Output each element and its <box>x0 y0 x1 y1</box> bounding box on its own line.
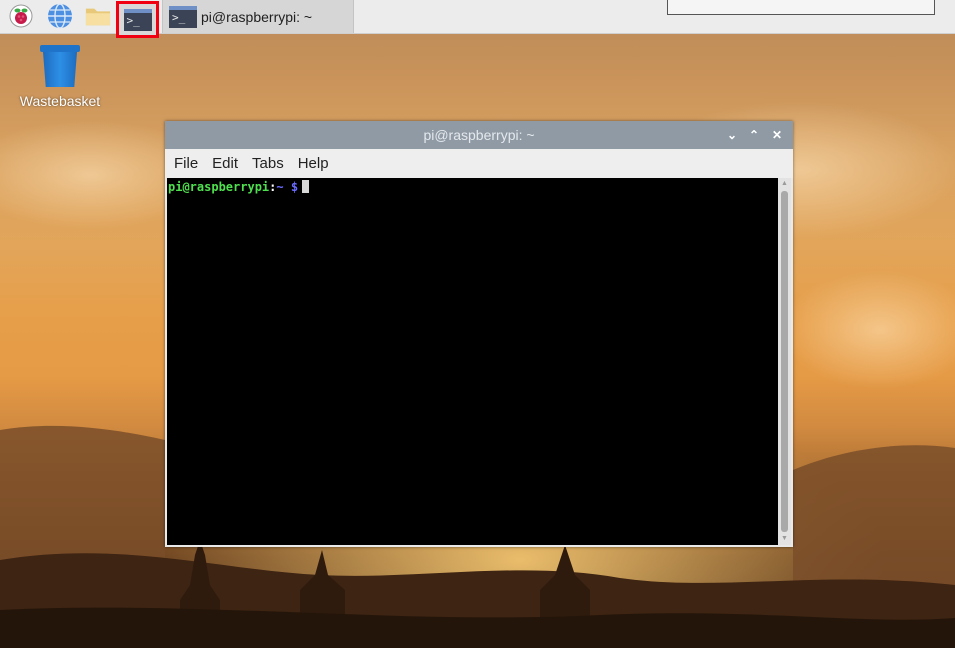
menu-help[interactable]: Help <box>298 155 329 172</box>
desktop-icon-label: Wastebasket <box>19 93 101 109</box>
scroll-up-arrow-icon[interactable]: ▲ <box>778 178 791 190</box>
prompt-path: ~ <box>276 180 284 194</box>
taskbar-terminal-window-button[interactable]: >_ pi@raspberrypi: ~ <box>162 0 354 33</box>
desktop-icon-wastebasket[interactable]: Wastebasket <box>10 45 110 115</box>
menu-bar: File Edit Tabs Help <box>165 149 793 178</box>
taskbar-window-label: pi@raspberrypi: ~ <box>201 8 313 25</box>
taskbar-tray-area <box>667 0 935 15</box>
close-icon[interactable]: ✕ <box>768 126 786 144</box>
maximize-icon[interactable]: ⌃ <box>745 126 763 144</box>
menu-tabs[interactable]: Tabs <box>252 155 284 172</box>
terminal-output[interactable]: pi@raspberrypi:~ $ <box>167 178 778 545</box>
menu-edit[interactable]: Edit <box>212 155 238 172</box>
terminal-window: pi@raspberrypi: ~ ⌄ ⌃ ✕ File Edit Tabs H… <box>165 121 793 547</box>
prompt-symbol: $ <box>290 180 299 194</box>
window-titlebar[interactable]: pi@raspberrypi: ~ ⌄ ⌃ ✕ <box>165 121 793 149</box>
terminal-launcher-icon: >_ <box>123 8 152 31</box>
minimize-icon[interactable]: ⌄ <box>723 126 741 144</box>
terminal-launcher-button[interactable]: >_ <box>116 1 159 38</box>
scrollbar-thumb[interactable] <box>781 191 788 532</box>
terminal-icon: >_ <box>169 5 197 28</box>
raspberry-pi-menu-icon[interactable] <box>8 3 34 29</box>
file-manager-folder-icon[interactable] <box>85 3 111 29</box>
terminal-scrollbar[interactable]: ▲ ▼ <box>778 178 791 545</box>
wastebasket-icon <box>40 45 80 87</box>
scroll-down-arrow-icon[interactable]: ▼ <box>778 533 791 545</box>
menu-file[interactable]: File <box>174 155 198 172</box>
text-cursor <box>302 180 310 193</box>
web-browser-icon[interactable] <box>47 3 73 29</box>
window-title: pi@raspberrypi: ~ <box>423 127 535 143</box>
prompt-user-host: pi@raspberrypi <box>168 180 270 194</box>
taskbar: >_ >_ pi@raspberrypi: ~ <box>0 0 955 38</box>
